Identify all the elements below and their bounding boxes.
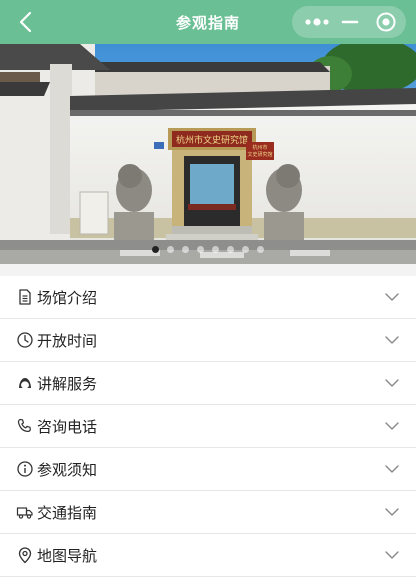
menu-item-venue-intro[interactable]: 场馆介绍 [0, 276, 416, 319]
side-plaque-line2: 文史研究馆 [247, 151, 272, 158]
carousel-dot-active[interactable] [152, 246, 159, 253]
guide-person-icon [19, 378, 31, 389]
navigation-bar: 参观指南 [0, 0, 416, 44]
menu-item-opening-hours[interactable]: 开放时间 [0, 319, 416, 362]
menu-item-label: 地图导航 [37, 547, 98, 565]
minus-icon[interactable] [338, 10, 362, 34]
gate-plaque-text: 杭州市文史研究馆 [176, 134, 248, 146]
phone-icon [17, 418, 31, 433]
menu-item-transport[interactable]: 交通指南 [0, 491, 416, 534]
chevron-down-icon [385, 465, 399, 473]
info-icon [17, 461, 33, 477]
carousel-dot[interactable] [167, 246, 174, 253]
menu-item-label: 讲解服务 [37, 375, 98, 393]
side-plaque-line1: 杭州市 [252, 144, 267, 151]
menu-item-label: 咨询电话 [37, 418, 98, 436]
clock-icon [17, 332, 33, 348]
document-icon [19, 289, 31, 305]
location-pin-icon [18, 547, 32, 564]
chevron-down-icon [385, 336, 399, 344]
carousel-dot[interactable] [197, 246, 204, 253]
carousel-dot[interactable] [257, 246, 264, 253]
truck-icon [16, 507, 33, 519]
target-circle-icon[interactable] [372, 10, 400, 34]
menu-item-guide-service[interactable]: 讲解服务 [0, 362, 416, 405]
chevron-down-icon [385, 422, 399, 430]
chevron-down-icon [385, 379, 399, 387]
venue-photo-carousel[interactable]: 杭州市文史研究馆 杭州市 文史研究馆 [0, 44, 416, 264]
menu-item-label: 场馆介绍 [37, 289, 98, 307]
carousel-dot[interactable] [242, 246, 249, 253]
guide-menu-list: 场馆介绍 开放时间 讲解服务 咨询电话 参观须知 交通指南 地图导航 [0, 276, 416, 577]
carousel-dot[interactable] [182, 246, 189, 253]
menu-item-phone[interactable]: 咨询电话 [0, 405, 416, 448]
menu-item-label: 交通指南 [37, 504, 98, 522]
chevron-down-icon [385, 293, 399, 301]
menu-item-label: 开放时间 [37, 332, 98, 350]
carousel-dot[interactable] [227, 246, 234, 253]
carousel-dot[interactable] [212, 246, 219, 253]
venue-gate-photo: 杭州市文史研究馆 杭州市 文史研究馆 [0, 44, 416, 264]
chevron-down-icon [385, 508, 399, 516]
menu-item-visit-notice[interactable]: 参观须知 [0, 448, 416, 491]
menu-item-label: 参观须知 [37, 461, 98, 479]
carousel-indicator [0, 246, 416, 253]
menu-item-map-navigation[interactable]: 地图导航 [0, 534, 416, 577]
chevron-down-icon [385, 551, 399, 559]
section-divider [0, 264, 416, 276]
more-dots-icon[interactable] [298, 10, 336, 34]
mini-program-capsule [292, 6, 406, 38]
